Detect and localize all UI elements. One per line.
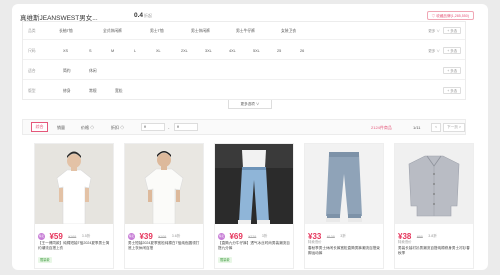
sort-sales-button[interactable]: 销量 — [57, 125, 65, 131]
filter-option[interactable]: 休闲 — [89, 69, 97, 74]
result-count: 2124件商品 — [371, 125, 392, 130]
original-price: ¥229 — [248, 234, 257, 239]
product-price: ¥39 — [139, 232, 153, 242]
filter-option[interactable]: 男士休闲裤 — [191, 29, 210, 34]
filter-multi-button[interactable]: + 多选 — [443, 67, 461, 74]
original-price: ¥109 — [158, 234, 167, 239]
discount: 3.5折 — [81, 234, 91, 239]
filter-more-button[interactable]: 更多 ∨ — [428, 29, 440, 34]
product-title[interactable]: 男士短袖2024夏季宽松纯棉白T恤纯色圆领打底上衣休闲百搭 — [128, 241, 202, 251]
product-image[interactable] — [125, 144, 203, 224]
price-min-input[interactable]: ¥ — [141, 123, 165, 131]
sort-price-button[interactable]: 价格 ◇ — [81, 125, 94, 131]
price-row: 特卖 ¥69 ¥229 3折 — [218, 228, 268, 242]
sort-discount-button[interactable]: 折扣 ◇ — [111, 125, 124, 131]
product-subtitle: 特卖低价 — [398, 240, 412, 244]
product-title[interactable]: 春秋季男士休闲长裤宽松直筒男裤潮流百搭束脚运动裤 — [308, 246, 382, 256]
filter-label: 适合 — [28, 69, 36, 73]
price-row: ¥33 ¥109 3折 — [308, 228, 346, 241]
filter-option[interactable]: XL — [156, 49, 161, 53]
prev-page-button[interactable]: < — [431, 123, 441, 132]
price-row: 特卖 ¥59 ¥169 3.5折 — [38, 228, 91, 242]
page-indicator: 1/11 — [413, 125, 421, 130]
more-options-button[interactable]: 更多选项 ∨ — [228, 100, 272, 109]
product-card[interactable]: ¥33 ¥109 3折 特卖低价 春秋季男士休闲长裤宽松直筒男裤潮流百搭束脚运动… — [304, 143, 384, 269]
filter-option[interactable]: 5XL — [253, 49, 260, 53]
filter-option[interactable]: 25 — [277, 49, 281, 53]
discount: 3折 — [340, 234, 346, 239]
product-card[interactable]: ¥38 ¥99 3.8折 特卖低价 男装长袖衬衫男潮流百搭纯棉修身男士衬衫春秋季 — [394, 143, 474, 269]
sale-tag: 特卖 — [38, 233, 45, 241]
filter-row-fit: 版型 修身 常规 宽松 + 多选 — [23, 82, 465, 100]
filter-option[interactable]: 宽松 — [115, 89, 123, 94]
filter-row-style: 适合 简约 休闲 + 多选 — [23, 62, 465, 80]
discount: 3折 — [261, 234, 268, 239]
original-price: ¥169 — [68, 234, 77, 239]
sale-tag: 特卖 — [128, 233, 135, 241]
product-badge: 限量款 — [38, 257, 52, 263]
score-unit: 折起 — [144, 13, 153, 18]
filter-label: 尺码 — [28, 49, 36, 53]
product-card[interactable]: 特卖 ¥69 ¥229 3折 【直筒九分牛仔裤】透气冰丝时尚男装潮流百搭九分裤 … — [214, 143, 294, 269]
product-price: ¥59 — [49, 232, 63, 242]
page: 真维斯JEANSWEST男女... 0.4折起 ♡ 收藏品牌(1,285,550… — [12, 4, 488, 270]
product-title[interactable]: 【直筒九分牛仔裤】透气冰丝时尚男装潮流百搭九分裤 — [218, 241, 292, 251]
product-card[interactable]: 特卖 ¥59 ¥169 3.5折 【王一博同款】纯棉短袖T恤2024夏季男士简约… — [34, 143, 114, 269]
filter-option[interactable]: S — [89, 49, 92, 53]
filter-label: 品类 — [28, 29, 36, 33]
filter-panel: 品类 长袖T恤 全式休闲裤 男士T恤 男士休闲裤 男士牛仔裤 女装卫衣 更多 ∨… — [22, 21, 466, 100]
discount: 3.6折 — [171, 234, 181, 239]
filter-row-category: 品类 长袖T恤 全式休闲裤 男士T恤 男士休闲裤 男士牛仔裤 女装卫衣 更多 ∨… — [23, 22, 465, 40]
original-price: ¥99 — [416, 234, 423, 239]
price-max-input[interactable]: ¥ — [174, 123, 198, 131]
product-price: ¥69 — [229, 232, 243, 242]
filter-option[interactable]: 男士牛仔裤 — [236, 29, 255, 34]
filter-option[interactable]: 简约 — [63, 69, 71, 74]
product-image[interactable] — [305, 144, 383, 224]
product-image[interactable] — [215, 144, 293, 224]
product-subtitle: 特卖低价 — [308, 240, 322, 244]
price-range-dash: - — [168, 125, 170, 130]
sort-default-button[interactable]: 综合 — [31, 122, 48, 132]
score-value: 0.4 — [134, 12, 144, 19]
filter-option[interactable]: L — [134, 49, 136, 53]
filter-option[interactable]: 2XL — [181, 49, 188, 53]
filter-option[interactable]: 长袖T恤 — [59, 29, 73, 34]
next-page-button[interactable]: 下一页 > — [443, 123, 465, 132]
sale-tag: 特卖 — [218, 233, 225, 241]
product-badge: 限量款 — [218, 257, 232, 263]
filter-option[interactable]: 男士T恤 — [150, 29, 164, 34]
original-price: ¥109 — [326, 234, 335, 239]
filter-option[interactable]: 26 — [300, 49, 304, 53]
filter-more-button[interactable]: 更多 ∨ — [428, 49, 440, 54]
discount-score: 0.4折起 — [134, 12, 152, 19]
price-row: ¥38 ¥99 3.8折 — [398, 228, 437, 241]
filter-option[interactable]: 修身 — [63, 89, 71, 94]
filter-row-size: 尺码 XS S M L XL 2XL 3XL 4XL 5XL 25 26 更多 … — [23, 42, 465, 60]
filter-label: 版型 — [28, 89, 36, 93]
discount: 3.8折 — [428, 234, 437, 239]
product-grid: 特卖 ¥59 ¥169 3.5折 【王一博同款】纯棉短袖T恤2024夏季男士简约… — [34, 143, 482, 271]
filter-option[interactable]: 全式休闲裤 — [103, 29, 122, 34]
filter-option[interactable]: 女装卫衣 — [281, 29, 296, 34]
filter-option[interactable]: 常规 — [89, 89, 97, 94]
product-title[interactable]: 【王一博同款】纯棉短袖T恤2024夏季男士简约潮流百搭上衣 — [38, 241, 112, 251]
price-row: 特卖 ¥39 ¥109 3.6折 — [128, 228, 181, 242]
sort-bar: 综合 销量 价格 ◇ 折扣 ◇ ¥ - ¥ 2124件商品 1/11 < 下一页… — [22, 119, 466, 135]
filter-option[interactable]: M — [111, 49, 114, 53]
filter-multi-button[interactable]: + 多选 — [443, 47, 461, 54]
product-card[interactable]: 特卖 ¥39 ¥109 3.6折 男士短袖2024夏季宽松纯棉白T恤纯色圆领打底… — [124, 143, 204, 269]
filter-option[interactable]: 3XL — [205, 49, 212, 53]
product-image[interactable] — [35, 144, 113, 224]
product-title[interactable]: 男装长袖衬衫男潮流百搭纯棉修身男士衬衫春秋季 — [398, 246, 472, 256]
filter-option[interactable]: 4XL — [229, 49, 236, 53]
filter-option[interactable]: XS — [63, 49, 68, 53]
filter-multi-button[interactable]: + 多选 — [443, 87, 461, 94]
product-image[interactable] — [395, 144, 473, 224]
favorite-brand-button[interactable]: ♡ 收藏品牌(1,285,550) — [426, 11, 474, 20]
filter-multi-button[interactable]: + 多选 — [443, 27, 461, 34]
